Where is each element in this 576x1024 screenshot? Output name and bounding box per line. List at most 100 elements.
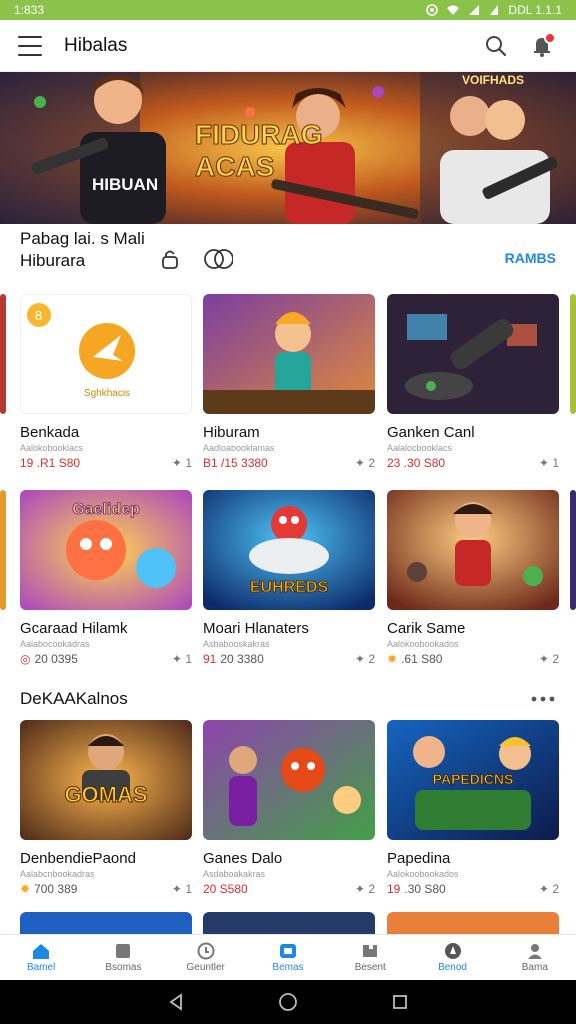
scroll-peek-right: [570, 294, 576, 414]
game-thumbnail: PAPEDICNS: [387, 720, 559, 840]
hero-headline-2: ACAS: [195, 151, 274, 182]
card-rating: ✦ 2: [538, 652, 559, 666]
status-icons: DDL 1.1.1: [426, 3, 562, 17]
hero-headline-1: FIDURAG: [195, 119, 323, 150]
section-title-1: Pabag lai. s Mali Hiburara: [20, 229, 145, 270]
nav-games[interactable]: Bsomas: [82, 935, 164, 980]
see-all-link[interactable]: RAMBS: [505, 250, 556, 266]
card-title: Ganken Canl: [387, 424, 475, 441]
game-card-peek[interactable]: [203, 912, 375, 934]
card-rating: ✦ 2: [354, 456, 375, 470]
nav-store[interactable]: Bemas: [247, 935, 329, 980]
card-rating: ✦ 2: [538, 882, 559, 896]
notification-button[interactable]: [526, 30, 558, 62]
star-icon: ✸: [387, 652, 398, 666]
star-icon: ✦: [354, 652, 365, 666]
status-right-text: DDL 1.1.1: [508, 3, 562, 17]
star-icon: ✦: [538, 652, 549, 666]
nav-history[interactable]: Geuntler: [165, 935, 247, 980]
game-card[interactable]: Hiburam Aadloabooklamas B1 /15 3380 ✦ 2: [203, 294, 375, 470]
card-subtitle: Aalokoobookados: [387, 639, 459, 649]
game-thumbnail: [203, 720, 375, 840]
game-card[interactable]: GOMAS DenbendiePaond Aalabcnbookadras ✸ 7…: [20, 720, 192, 896]
location-icon: [426, 4, 439, 16]
game-thumbnail: [387, 294, 559, 414]
gamepad-icon: [116, 944, 131, 958]
card-title: Hiburam: [203, 424, 260, 441]
menu-icon[interactable]: [18, 35, 42, 56]
more-horizontal-icon[interactable]: [530, 695, 556, 703]
wifi-icon: [447, 5, 460, 15]
game-card-peek[interactable]: [387, 912, 559, 934]
home-icon: [33, 944, 50, 959]
game-thumbnail: Gaelidep: [20, 490, 192, 610]
game-card[interactable]: EUHREDS Moari Hlanaters Asbabooskakras 9…: [203, 490, 375, 666]
hero-banner[interactable]: FIDURAG ACAS VOIFHADS HIBUAN: [0, 72, 576, 224]
game-card[interactable]: PAPEDICNS Papedina Aalokoobookados 19.30…: [387, 720, 559, 896]
game-thumbnail: [387, 490, 559, 610]
scroll-peek-left: [0, 294, 6, 414]
game-card[interactable]: Gaelidep Gcaraad Hilamk Aalabocookadras …: [20, 490, 192, 666]
card-title: DenbendiePaond: [20, 850, 136, 867]
card-badge: 8: [35, 308, 42, 323]
card-meta: B1 /15 3380: [203, 456, 268, 470]
card-title: Gcaraad Hilamk: [20, 620, 128, 637]
nav-profile[interactable]: Bama: [494, 935, 576, 980]
star-icon: ✦: [354, 456, 365, 470]
card-subtitle: Aalalocbooklacs: [387, 443, 453, 453]
nav-explore[interactable]: Benod: [411, 935, 493, 980]
card-title: Papedina: [387, 850, 451, 867]
card-meta: .61 S80: [401, 652, 443, 666]
scroll-peek-right: [570, 490, 576, 610]
card-title: Ganes Dalo: [203, 850, 283, 867]
lock-icon[interactable]: [159, 248, 181, 270]
card-subtitle: Aalokobooklacs: [20, 443, 84, 453]
card-rating: ✦ 1: [171, 456, 192, 470]
section-header-1: Pabag lai. s Mali Hiburara RAMBS: [20, 228, 556, 272]
search-icon: [486, 35, 507, 56]
card-meta: 19 .R1 S80: [20, 456, 81, 470]
home-circle-icon[interactable]: [278, 992, 298, 1012]
game-card[interactable]: Ganes Dalo Asdaboakakras 20 S580 ✦ 2: [203, 720, 375, 896]
hero-badge: VOIFHADS: [462, 73, 524, 87]
game-thumbnail: EUHREDS: [203, 490, 375, 610]
card-rating: ✦ 2: [354, 882, 375, 896]
section-header-2: DeKAAKalnos: [20, 688, 556, 710]
search-button[interactable]: [480, 30, 512, 62]
system-navigation: [0, 980, 576, 1024]
star-icon: ✸: [20, 882, 31, 896]
card-rating: ✦ 1: [171, 652, 192, 666]
back-icon[interactable]: [167, 993, 185, 1011]
store-icon: [279, 944, 296, 958]
compass-icon: [444, 943, 461, 959]
card-subtitle: Aalokoobookados: [387, 869, 459, 879]
card-title: Carik Same: [387, 620, 466, 637]
status-time: 1:833: [14, 3, 45, 17]
card-meta: 20 0395: [34, 652, 78, 666]
notification-badge: [544, 31, 556, 44]
puzzle-icon: [363, 945, 378, 957]
nav-home[interactable]: Bamel: [0, 935, 82, 980]
game-card[interactable]: 8 Sghkhacis Benkada Aalokobooklacs 19 .R…: [20, 294, 192, 470]
star-icon: ✦: [171, 652, 182, 666]
card-rating: ✦ 2: [354, 652, 375, 666]
game-card[interactable]: Ganken Canl Aalalocbooklacs 23 .30 S80 ✦ …: [387, 294, 559, 470]
star-icon: ✦: [171, 882, 182, 896]
nav-puzzle[interactable]: Besent: [329, 935, 411, 980]
star-icon: ✦: [354, 882, 365, 896]
thumb-caption: PAPEDICNS: [433, 771, 514, 787]
clock-icon: [197, 942, 215, 960]
app-title: Hibalas: [64, 34, 128, 56]
game-card[interactable]: Carik Same Aalokoobookados ✸ .61 S80 ✦ 2: [387, 490, 559, 666]
card-meta: 20 3380: [220, 652, 264, 666]
recents-icon[interactable]: [391, 993, 409, 1011]
controller-icon[interactable]: [203, 248, 233, 270]
game-card-peek[interactable]: [20, 912, 192, 934]
hero-shirt-text: HIBUAN: [92, 175, 158, 194]
star-icon: ✦: [538, 456, 549, 470]
game-icon: ◎: [20, 652, 31, 666]
card-subtitle: Aalabcnbookadras: [20, 869, 95, 879]
card-rating: ✦ 1: [538, 456, 559, 470]
game-thumbnail: 8 Sghkhacis: [20, 294, 192, 414]
bottom-navigation: Bamel Bsomas Geuntler Bemas Besent Benod…: [0, 934, 576, 980]
